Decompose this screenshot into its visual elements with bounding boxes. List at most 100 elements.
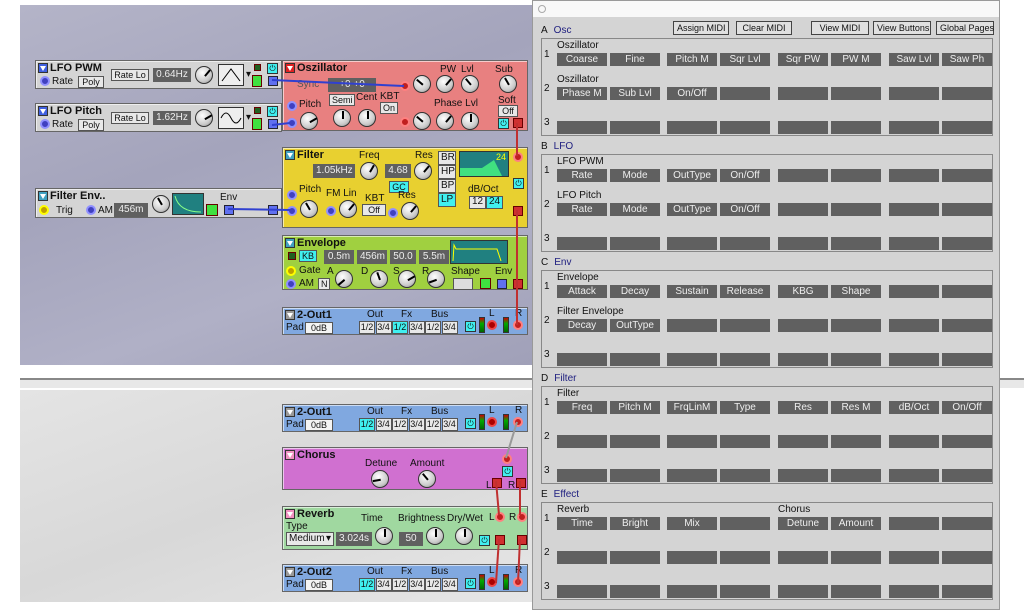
- power-icon[interactable]: ⏻: [465, 418, 476, 429]
- mapping-cell[interactable]: Decay: [610, 285, 660, 298]
- route-button[interactable]: 3/4: [375, 418, 392, 431]
- mapping-cell[interactable]: [778, 203, 828, 216]
- rate-knob[interactable]: [195, 66, 213, 84]
- mapping-cell[interactable]: [720, 517, 770, 530]
- soft-button[interactable]: Off: [498, 105, 518, 117]
- left-in-jack[interactable]: [487, 320, 497, 330]
- route-button[interactable]: 3/4: [441, 418, 458, 431]
- right-out-jack[interactable]: [517, 535, 527, 545]
- mapping-cell[interactable]: [942, 551, 992, 564]
- phase-mod-knob[interactable]: [413, 112, 431, 130]
- audio-in-jack[interactable]: [502, 454, 512, 464]
- mapping-cell[interactable]: [889, 469, 939, 482]
- mapping-cell[interactable]: [557, 469, 607, 482]
- polarity-button[interactable]: [252, 118, 262, 130]
- collapse-icon[interactable]: [285, 63, 295, 73]
- sub-level-knob[interactable]: [499, 75, 517, 93]
- mapping-cell[interactable]: Pitch M: [667, 53, 717, 66]
- pw-mod-knob[interactable]: [413, 75, 431, 93]
- res-knob[interactable]: [414, 162, 432, 180]
- route-button[interactable]: 3/4: [408, 321, 425, 334]
- mapping-cell[interactable]: Rate: [557, 203, 607, 216]
- audio-out-jack[interactable]: [513, 206, 523, 216]
- route-button[interactable]: 1/2: [359, 418, 375, 431]
- mapping-cell[interactable]: On/Off: [720, 203, 770, 216]
- mapping-cell[interactable]: [720, 87, 770, 100]
- mapping-cell[interactable]: OutType: [610, 319, 660, 332]
- gate-jack[interactable]: [286, 266, 296, 276]
- section-name[interactable]: LFO: [554, 141, 573, 152]
- polarity-button[interactable]: [480, 278, 491, 289]
- mapping-cell[interactable]: [557, 551, 607, 564]
- pitch-mod-jack[interactable]: [287, 118, 297, 128]
- mapping-cell[interactable]: [610, 353, 660, 366]
- mapping-cell[interactable]: [557, 121, 607, 134]
- mapping-cell[interactable]: On/Off: [667, 87, 717, 100]
- window-circle-icon[interactable]: [538, 5, 546, 13]
- mapping-cell[interactable]: [720, 319, 770, 332]
- right-in-jack[interactable]: [513, 417, 523, 427]
- mapping-cell[interactable]: [942, 585, 992, 598]
- pw-mod-jack[interactable]: [400, 81, 410, 91]
- phase-knob[interactable]: [436, 112, 454, 130]
- route-button[interactable]: 1/2: [425, 578, 441, 591]
- env-out-jack[interactable]: [224, 205, 234, 215]
- panel-titlebar[interactable]: [533, 1, 999, 17]
- mapping-cell[interactable]: [720, 353, 770, 366]
- mapping-cell[interactable]: [942, 169, 992, 182]
- collapse-icon[interactable]: [38, 106, 48, 116]
- amount-knob[interactable]: [418, 470, 436, 488]
- rate-jack[interactable]: [40, 76, 50, 86]
- clear-midi-button[interactable]: Clear MIDI: [736, 21, 792, 35]
- mapping-cell[interactable]: [720, 551, 770, 564]
- power-icon[interactable]: ⏻: [465, 321, 476, 332]
- mapping-cell[interactable]: Mode: [610, 169, 660, 182]
- square-level-knob[interactable]: [461, 75, 479, 93]
- collapse-icon[interactable]: [285, 450, 295, 460]
- slope-24[interactable]: 24: [486, 196, 503, 209]
- saw-level-knob[interactable]: [461, 112, 479, 130]
- mapping-cell[interactable]: [667, 435, 717, 448]
- pitch-mod-knob[interactable]: [300, 112, 318, 130]
- pw-knob[interactable]: [436, 75, 454, 93]
- collapse-icon[interactable]: [38, 63, 48, 73]
- mapping-cell[interactable]: Rate: [557, 169, 607, 182]
- mapping-cell[interactable]: [720, 585, 770, 598]
- route-button[interactable]: 3/4: [375, 321, 392, 334]
- type-select[interactable]: Medium ▾: [286, 532, 334, 546]
- filter-type-bp[interactable]: BP: [438, 179, 456, 193]
- mapping-cell[interactable]: [889, 87, 939, 100]
- left-out-jack[interactable]: [492, 478, 502, 488]
- power-icon[interactable]: ⏻: [513, 178, 524, 189]
- mapping-cell[interactable]: Res M: [831, 401, 881, 414]
- mapping-cell[interactable]: [667, 121, 717, 134]
- mapping-cell[interactable]: [720, 435, 770, 448]
- rate-jack[interactable]: [40, 119, 50, 129]
- mapping-cell[interactable]: [610, 585, 660, 598]
- mapping-cell[interactable]: [889, 517, 939, 530]
- left-in-jack[interactable]: [487, 417, 497, 427]
- pad-value[interactable]: 0dB: [305, 322, 333, 334]
- mapping-cell[interactable]: [942, 517, 992, 530]
- route-button[interactable]: 3/4: [408, 418, 425, 431]
- phase-mod-jack[interactable]: [400, 117, 410, 127]
- mapping-cell[interactable]: [778, 87, 828, 100]
- waveform-selector[interactable]: [218, 64, 244, 86]
- mapping-cell[interactable]: Bright: [610, 517, 660, 530]
- power-icon[interactable]: ⏻: [267, 63, 278, 74]
- poly-button[interactable]: Poly: [78, 76, 104, 88]
- mapping-cell[interactable]: [942, 353, 992, 366]
- view-midi-button[interactable]: View MIDI: [811, 21, 869, 35]
- decay-knob[interactable]: [370, 270, 388, 288]
- semi-button[interactable]: Semi: [329, 94, 355, 106]
- mapping-cell[interactable]: OutType: [667, 203, 717, 216]
- dropdown-arrow-icon[interactable]: ▾: [246, 112, 251, 123]
- route-button[interactable]: 3/4: [375, 578, 392, 591]
- mapping-cell[interactable]: [778, 237, 828, 250]
- left-in-jack[interactable]: [487, 577, 497, 587]
- section-name[interactable]: Filter: [554, 373, 576, 384]
- pad-value[interactable]: 0dB: [305, 419, 333, 431]
- mapping-cell[interactable]: [778, 353, 828, 366]
- mapping-cell[interactable]: dB/Oct: [889, 401, 939, 414]
- filter-type-hp[interactable]: HP: [438, 165, 456, 179]
